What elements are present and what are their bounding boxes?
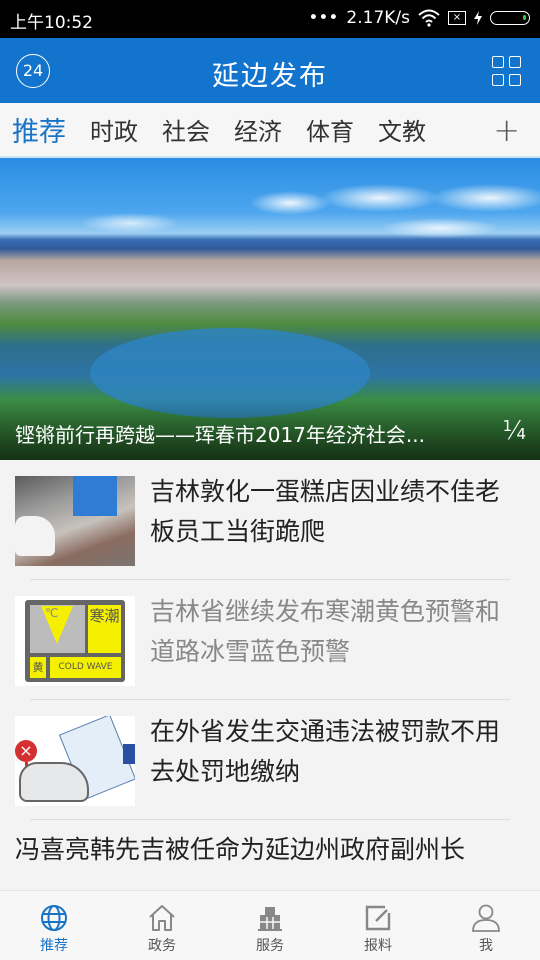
thumb-shop-door [73,476,117,516]
thumb-sleeve [123,744,135,764]
nav-me[interactable]: 我 [432,891,540,960]
news-item[interactable]: 冯喜亮韩先吉被任命为延边州政府副州长 [0,820,540,880]
news-headline[interactable]: 冯喜亮韩先吉被任命为延边州政府副州长 [15,830,465,866]
nav-government[interactable]: 政务 [108,891,216,960]
user-icon [472,904,500,932]
thumb-car [15,516,55,556]
thumb-car [19,762,89,802]
category-tabs: 推荐 时政 社会 经济 体育 文教 + [0,103,540,158]
news-thumbnail: × [15,716,135,806]
hero-carousel[interactable]: 铿锵前行再跨越——珲春市2017年经济社会... 1⁄4 [0,158,540,460]
status-icons: ••• 2.17K/s × [308,8,530,28]
tab-sports[interactable]: 体育 [306,112,354,147]
grid-menu-icon[interactable] [492,56,522,86]
news-headline[interactable]: 吉林省继续发布寒潮黄色预警和道路冰雪蓝色预警 [150,592,510,672]
nav-label: 我 [479,938,493,954]
tab-politics[interactable]: 时政 [90,112,138,147]
warning-side-label: 寒潮 [88,605,121,653]
tab-culture-education[interactable]: 文教 [378,112,426,147]
edit-icon [365,905,391,931]
nav-label: 推荐 [40,938,68,954]
status-bar: 上午10:52 ••• 2.17K/s × [0,0,540,38]
signal-dots: ••• [308,8,339,28]
status-time: 上午10:52 [10,13,93,33]
hero-image-clouds [0,178,540,238]
tab-economy[interactable]: 经济 [234,112,282,147]
add-tab-button[interactable]: + [493,111,520,149]
degree-label: ℃ [45,606,59,620]
bottom-nav: 推荐 政务 服务 报料 我 [0,890,540,960]
nav-label: 政务 [148,938,176,954]
news-headline[interactable]: 吉林敦化一蛋糕店因业绩不佳老板员工当街跪爬 [150,472,510,552]
hero-caption[interactable]: 铿锵前行再跨越——珲春市2017年经济社会... [15,419,425,448]
app-bar: 24 延边发布 [0,38,540,103]
app-title: 延边发布 [212,61,328,92]
nav-label: 服务 [256,938,284,954]
news-item[interactable]: ℃ 寒潮 黄 COLD WAVE 吉林省继续发布寒潮黄色预警和道路冰雪蓝色预警 [0,580,540,700]
home-icon [149,905,175,931]
news-thumbnail [15,476,135,566]
nav-report[interactable]: 报料 [324,891,432,960]
network-speed: 2.17K/s [346,8,410,28]
wifi-icon [418,9,440,27]
news-item[interactable]: × 在外省发生交通违法被罚款不用去处罚地缴纳 [0,700,540,820]
tab-recommend[interactable]: 推荐 [12,110,66,149]
nav-label: 报料 [364,938,392,954]
battery-icon [490,11,530,25]
nav-recommend[interactable]: 推荐 [0,891,108,960]
charging-icon [474,11,482,25]
sim-error-icon: × [448,11,466,25]
building-icon [258,907,282,931]
news-list: 吉林敦化一蛋糕店因业绩不佳老板员工当街跪爬 ℃ 寒潮 黄 COLD WAVE 吉… [0,460,540,864]
cold-wave-warning-thumbnail: ℃ 寒潮 黄 COLD WAVE [15,596,135,686]
pager-current: 1 [502,417,513,435]
news-headline[interactable]: 在外省发生交通违法被罚款不用去处罚地缴纳 [150,712,510,792]
no-entry-sign-icon: × [15,740,37,762]
globe-icon [41,905,67,931]
pager-total: 4 [516,425,526,443]
warning-level-label: 黄 [30,657,46,678]
news-item[interactable]: 吉林敦化一蛋糕店因业绩不佳老板员工当街跪爬 [0,460,540,580]
carousel-pager: 1⁄4 [503,416,526,446]
tab-society[interactable]: 社会 [162,112,210,147]
nav-services[interactable]: 服务 [216,891,324,960]
warning-type-label: COLD WAVE [50,657,121,678]
